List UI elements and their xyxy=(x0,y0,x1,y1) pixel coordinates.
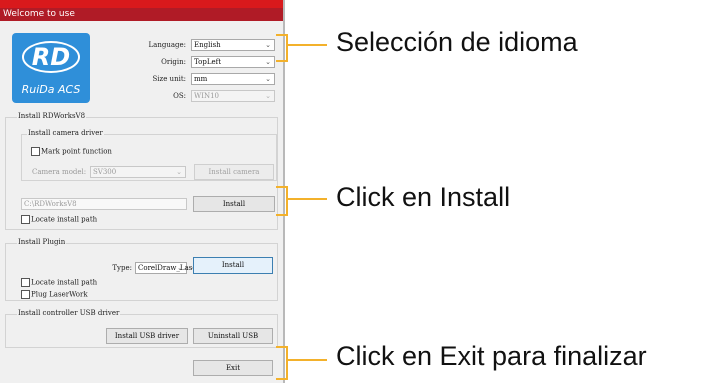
checkbox-box xyxy=(21,278,30,287)
mark-point-label: Mark point function xyxy=(41,147,112,156)
size-unit-select[interactable]: mm ⌄ xyxy=(191,73,275,85)
rd-logo: RD RuiDa ACS xyxy=(12,33,90,103)
install-path-field[interactable]: C:\RDWorksV8 xyxy=(21,198,187,210)
size-unit-value: mm xyxy=(194,75,208,83)
rdworks-header: Install RDWorksV8 xyxy=(17,112,87,120)
plugin-header: Install Plugin xyxy=(17,238,67,246)
camera-model-select: SV300 ⌄ xyxy=(90,166,186,178)
logo-subtitle: RuiDa ACS xyxy=(21,83,81,96)
language-callout-line xyxy=(288,44,327,46)
mark-point-checkbox[interactable]: Mark point function xyxy=(31,147,112,156)
installer-window: Welcome to use RD RuiDa ACS Language: En… xyxy=(0,0,285,383)
plug-laserwork-checkbox[interactable]: Plug LaserWork xyxy=(21,290,88,299)
window-top-strip xyxy=(0,0,283,8)
install-rdworks-button[interactable]: Install xyxy=(193,196,275,212)
language-select[interactable]: English ⌄ xyxy=(191,39,275,51)
os-value: WIN10 xyxy=(194,92,219,100)
chevron-down-icon: ⌄ xyxy=(177,264,183,272)
uninstall-usb-button[interactable]: Uninstall USB xyxy=(193,328,273,344)
usb-header: Install controller USB driver xyxy=(17,309,121,317)
plugin-type-value: CorelDraw_Laser xyxy=(138,264,200,272)
install-camera-button[interactable]: Install camera xyxy=(194,164,274,180)
chevron-down-icon: ⌄ xyxy=(265,41,271,49)
callout-install: Click en Install xyxy=(336,182,511,212)
exit-callout-line xyxy=(288,359,327,361)
language-label: Language: xyxy=(148,41,186,49)
os-label: OS: xyxy=(173,92,186,100)
logo-mark: RD xyxy=(21,41,81,73)
locate-path-label: Locate install path xyxy=(31,215,98,224)
install-callout-line xyxy=(288,198,327,200)
origin-select[interactable]: TopLeft ⌄ xyxy=(191,56,275,68)
chevron-down-icon: ⌄ xyxy=(265,92,271,100)
callout-exit: Click en Exit para finalizar xyxy=(336,341,647,371)
plugin-locate-path-label: Locate install path xyxy=(31,278,98,287)
window-title: Welcome to use xyxy=(3,9,75,19)
origin-label: Origin: xyxy=(161,58,186,66)
install-usb-button[interactable]: Install USB driver xyxy=(106,328,188,344)
exit-bracket xyxy=(276,346,288,380)
camera-model-label: Camera model: xyxy=(32,168,87,176)
checkbox-box xyxy=(31,147,40,156)
origin-value: TopLeft xyxy=(194,58,222,66)
language-value: English xyxy=(194,41,221,49)
locate-path-checkbox[interactable]: Locate install path xyxy=(21,215,97,224)
install-plugin-button[interactable]: Install xyxy=(193,257,273,274)
plug-laserwork-label: Plug LaserWork xyxy=(31,290,88,299)
plugin-locate-path-checkbox[interactable]: Locate install path xyxy=(21,278,97,287)
os-select: WIN10 ⌄ xyxy=(191,90,275,102)
callout-language: Selección de idioma xyxy=(336,27,578,57)
chevron-down-icon: ⌄ xyxy=(265,75,271,83)
chevron-down-icon: ⌄ xyxy=(265,58,271,66)
language-bracket xyxy=(276,34,288,62)
exit-button[interactable]: Exit xyxy=(193,360,273,376)
plugin-type-label: Type: xyxy=(112,264,132,272)
checkbox-box xyxy=(21,215,30,224)
size-unit-label: Size unit: xyxy=(152,75,186,83)
chevron-down-icon: ⌄ xyxy=(176,168,182,176)
checkbox-box xyxy=(21,290,30,299)
camera-model-value: SV300 xyxy=(93,168,117,176)
install-bracket xyxy=(276,186,288,216)
camera-group-header: Install camera driver xyxy=(27,129,104,137)
title-bar[interactable]: Welcome to use xyxy=(0,8,283,21)
plugin-type-select[interactable]: CorelDraw_Laser ⌄ xyxy=(135,262,200,274)
